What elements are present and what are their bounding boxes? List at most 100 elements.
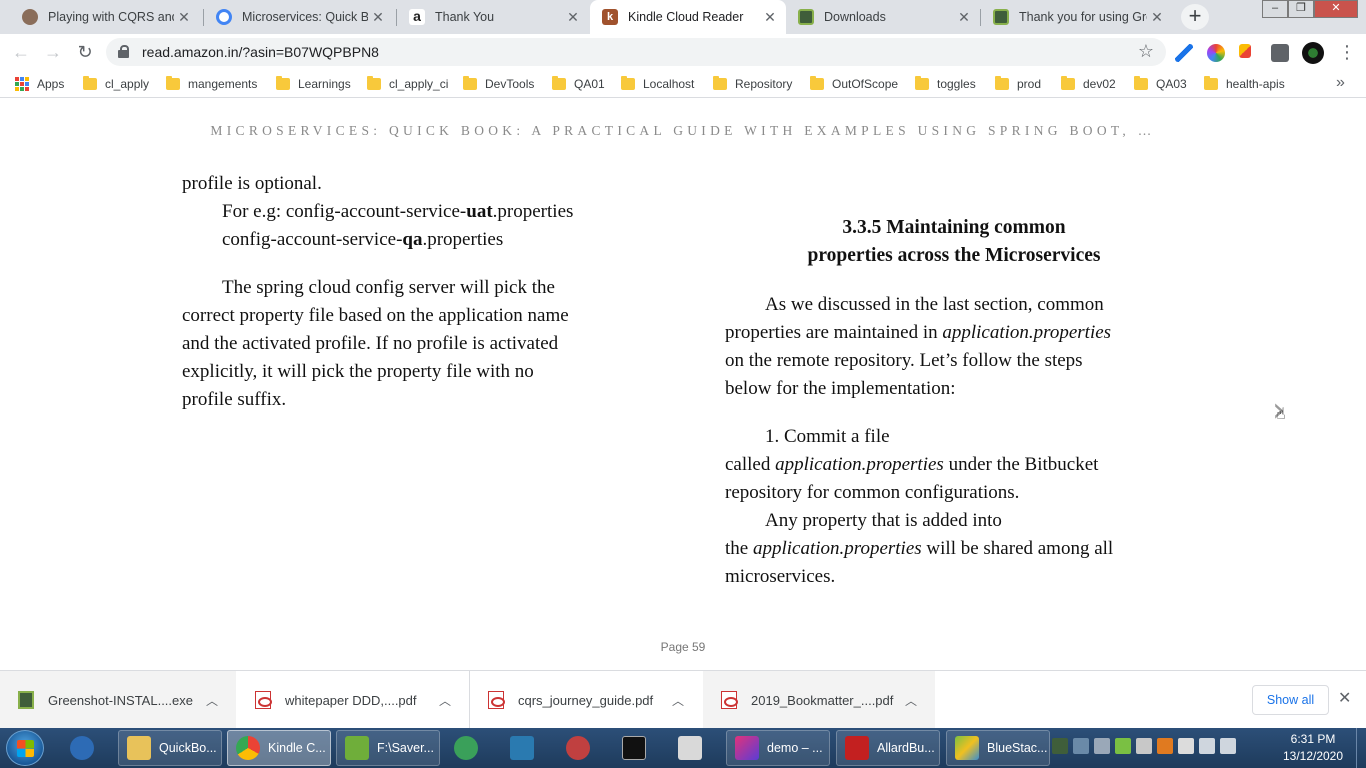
- tab-downloads[interactable]: Downloads ✕: [786, 0, 980, 34]
- scissors-icon: [566, 736, 590, 760]
- taskbar-label: demo – ...: [767, 741, 823, 755]
- bookmark-folder[interactable]: cl_apply_ci: [367, 75, 448, 93]
- tab-close-icon[interactable]: ✕: [563, 9, 583, 26]
- close-icon[interactable]: ✕: [1338, 688, 1351, 708]
- bookmark-folder[interactable]: QA01: [552, 75, 605, 93]
- bookmark-label: mangements: [188, 77, 258, 91]
- maximize-icon[interactable]: ❐: [1288, 0, 1314, 18]
- greenshot-tray-icon[interactable]: [1052, 738, 1068, 754]
- network-icon[interactable]: [1199, 738, 1215, 754]
- back-arrow-icon[interactable]: ←: [9, 41, 33, 65]
- bookmark-folder[interactable]: toggles: [915, 75, 976, 93]
- forward-arrow-icon[interactable]: →: [41, 41, 65, 65]
- tab-cqrs[interactable]: Playing with CQRS and E ✕: [10, 0, 200, 34]
- chevron-up-icon[interactable]: ︿: [901, 692, 921, 709]
- url-text[interactable]: read.amazon.in/?asin=B07WQPBPN8: [142, 44, 379, 60]
- minimize-icon[interactable]: –: [1262, 0, 1288, 18]
- volume-icon[interactable]: [1220, 738, 1236, 754]
- taskbar-explorer[interactable]: QuickBo...: [118, 730, 222, 766]
- bookmark-folder[interactable]: QA03: [1134, 75, 1187, 93]
- bookmark-star-icon[interactable]: ☆: [1138, 41, 1154, 62]
- tray-icon[interactable]: [1157, 738, 1173, 754]
- show-all-button[interactable]: Show all: [1252, 685, 1329, 715]
- greenshot-favicon-icon: [798, 9, 814, 25]
- clock-app-icon: [454, 736, 478, 760]
- tab-thank-you-greenshot[interactable]: Thank you for using Gre ✕: [981, 0, 1173, 34]
- bookmark-folder[interactable]: Learnings: [276, 75, 351, 93]
- tab-close-icon[interactable]: ✕: [760, 9, 780, 26]
- tray-icon[interactable]: [1073, 738, 1089, 754]
- start-button[interactable]: [6, 730, 44, 766]
- bookmark-folder[interactable]: OutOfScope: [810, 75, 898, 93]
- folder-icon: [995, 76, 1009, 90]
- bookmark-folder[interactable]: prod: [995, 75, 1041, 93]
- flag-icon[interactable]: [1178, 738, 1194, 754]
- chevron-up-icon[interactable]: ︿: [668, 692, 688, 709]
- download-item[interactable]: Greenshot-INSTAL....exe ︿: [0, 671, 236, 729]
- exe-file-icon: [18, 691, 34, 709]
- bookmark-extension-icon[interactable]: [1239, 44, 1251, 58]
- text-line: The spring cloud config server will pick…: [222, 277, 555, 298]
- folder-icon: [915, 76, 929, 90]
- bookmark-apps[interactable]: Apps: [15, 75, 64, 93]
- extensions-puzzle-icon[interactable]: [1271, 44, 1289, 62]
- taskbar-app-cmd[interactable]: [614, 730, 662, 766]
- taskbar-app-paint[interactable]: [62, 730, 110, 766]
- app-icon: [70, 736, 94, 760]
- tray-icon[interactable]: [1136, 738, 1152, 754]
- tab-close-icon[interactable]: ✕: [368, 9, 388, 26]
- download-item[interactable]: 2019_Bookmatter_....pdf ︿: [703, 671, 935, 729]
- hand-cursor-icon: ☝: [1276, 406, 1286, 423]
- window-close-icon[interactable]: ✕: [1314, 0, 1358, 18]
- bluestacks-tray-icon[interactable]: [1115, 738, 1131, 754]
- taskbar-intellij[interactable]: demo – ...: [726, 730, 830, 766]
- bookmark-folder[interactable]: dev02: [1061, 75, 1116, 93]
- text-span: called: [725, 454, 776, 475]
- show-desktop-button[interactable]: [1356, 728, 1366, 768]
- bookmarks-bar: Apps cl_apply mangements Learnings cl_ap…: [0, 70, 1366, 98]
- pen-extension-icon[interactable]: [1175, 44, 1193, 62]
- taskbar-app-clock[interactable]: [446, 730, 494, 766]
- chevron-up-icon[interactable]: ︿: [435, 692, 455, 709]
- download-item[interactable]: whitepaper DDD,....pdf ︿: [237, 671, 469, 729]
- bookmark-folder[interactable]: Repository: [713, 75, 792, 93]
- taskbar-bluestacks[interactable]: BlueStac...: [946, 730, 1050, 766]
- bookmark-folder[interactable]: mangements: [166, 75, 257, 93]
- reload-icon[interactable]: ↻: [73, 41, 97, 65]
- color-picker-extension-icon[interactable]: [1207, 44, 1225, 62]
- folder-icon: [1061, 76, 1075, 90]
- taskbar-clock[interactable]: 6:31 PM 13/12/2020: [1276, 731, 1350, 765]
- taskbar-app-notepad[interactable]: [670, 730, 718, 766]
- taskbar-app-editor[interactable]: [502, 730, 550, 766]
- taskbar-chrome[interactable]: Kindle C...: [227, 730, 331, 766]
- download-item[interactable]: cqrs_journey_guide.pdf ︿: [470, 671, 702, 729]
- bookmark-folder[interactable]: cl_apply: [83, 75, 149, 93]
- bookmarks-overflow-icon[interactable]: »: [1336, 74, 1345, 92]
- profile-avatar[interactable]: [1302, 42, 1324, 64]
- chevron-up-icon[interactable]: ︿: [202, 692, 222, 709]
- new-tab-button[interactable]: +: [1181, 4, 1209, 30]
- text-line: repository for common configurations.: [725, 482, 1020, 503]
- bookmark-label: QA01: [574, 77, 605, 91]
- shield-icon[interactable]: [1094, 738, 1110, 754]
- tab-close-icon[interactable]: ✕: [174, 9, 194, 26]
- bookmark-folder[interactable]: DevTools: [463, 75, 534, 93]
- text-line: correct property file based on the appli…: [182, 305, 569, 326]
- download-shelf: Greenshot-INSTAL....exe ︿ whitepaper DDD…: [0, 670, 1366, 729]
- address-bar[interactable]: read.amazon.in/?asin=B07WQPBPN8 ☆: [106, 38, 1166, 66]
- tab-close-icon[interactable]: ✕: [954, 9, 974, 26]
- tab-title: Playing with CQRS and E: [48, 10, 174, 24]
- taskbar-label: QuickBo...: [159, 741, 217, 755]
- bookmark-folder[interactable]: Localhost: [621, 75, 694, 93]
- taskbar-pdf-reader[interactable]: AllardBu...: [836, 730, 940, 766]
- tab-kindle-cloud-reader[interactable]: k Kindle Cloud Reader ✕: [590, 0, 786, 34]
- bookmark-label: DevTools: [485, 77, 535, 91]
- tab-thank-you[interactable]: a Thank You ✕: [397, 0, 589, 34]
- tab-close-icon[interactable]: ✕: [1147, 9, 1167, 26]
- tab-microservices-quick-book[interactable]: Microservices: Quick Boo ✕: [204, 0, 394, 34]
- bookmark-folder[interactable]: health-apis: [1204, 75, 1285, 93]
- taskbar-app-snipping[interactable]: [558, 730, 606, 766]
- menu-kebab-icon[interactable]: ⋮: [1338, 40, 1356, 64]
- taskbar-file-manager[interactable]: F:\Saver...: [336, 730, 440, 766]
- book-title: MICROSERVICES: QUICK BOOK: A PRACTICAL G…: [210, 123, 1156, 138]
